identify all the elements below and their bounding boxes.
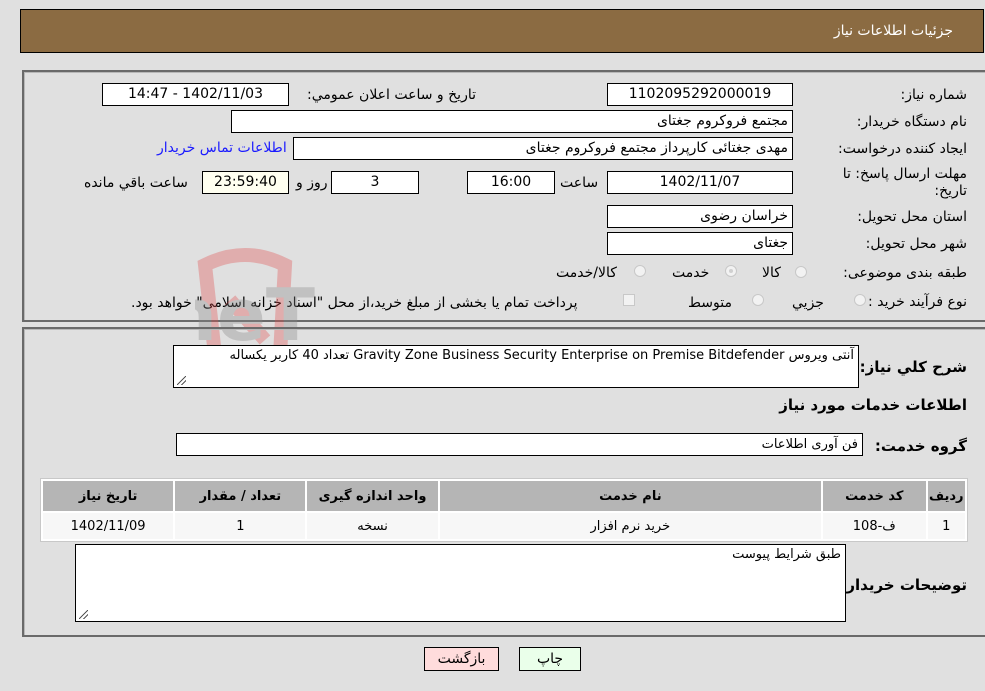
table-row: 1 ف-108 خرید نرم افزار نسخه 1 1402/11/09 — [43, 513, 965, 539]
service-group-label: گروه خدمت: — [874, 437, 967, 455]
print-button[interactable]: چاپ — [519, 647, 581, 671]
treasury-note: پرداخت تمام یا بخشی از مبلغ خرید،از محل … — [131, 295, 578, 311]
col-header-need-date: تاریخ نیاز — [43, 481, 174, 511]
resize-grip-icon[interactable] — [79, 610, 88, 619]
city-label: شهر محل تحویل: — [865, 236, 967, 252]
description-text: آنتی ویروس Gravity Zone Business Securit… — [229, 348, 854, 363]
services-section-title: اطلاعات خدمات مورد نیاز — [779, 396, 967, 414]
buyer-notes-text: طبق شرایط پیوست — [732, 547, 841, 562]
col-header-service-name: نام خدمت — [439, 481, 822, 511]
description-label: شرح كلي نياز: — [859, 358, 967, 376]
deadline-time-field: 16:00 — [467, 171, 555, 194]
purchase-option-minor: جزیي — [792, 295, 824, 311]
service-group-field: فن آوری اطلاعات — [176, 433, 863, 456]
page-title: جزئیات اطلاعات نیاز — [833, 23, 953, 39]
deadline-date-field: 1402/11/07 — [607, 171, 793, 194]
buyer-notes-field[interactable]: طبق شرایط پیوست — [75, 544, 846, 622]
buyer-org-field: مجتمع فروکروم جغتای — [231, 110, 793, 133]
category-radio-goods-service[interactable] — [634, 265, 646, 277]
description-field[interactable]: آنتی ویروس Gravity Zone Business Securit… — [173, 345, 859, 388]
buyer-contact-link[interactable]: اطلاعات تماس خریدار — [157, 140, 287, 156]
time-remaining-label: ساعت باقي مانده — [84, 175, 188, 191]
cell-need-date: 1402/11/09 — [43, 513, 174, 539]
announce-datetime-label: تاریخ و ساعت اعلان عمومي: — [307, 87, 476, 103]
category-option-goods-service: کالا/خدمت — [556, 265, 617, 281]
purchase-option-medium: متوسط — [688, 295, 732, 311]
province-field: خراسان رضوی — [607, 205, 793, 228]
col-header-quantity: تعداد / مقدار — [175, 481, 306, 511]
days-label: روز و — [296, 175, 328, 191]
requester-label: ایجاد کننده درخواست: — [838, 141, 967, 157]
deadline-label: مهلت ارسال پاسخ: تا تاریخ: — [842, 166, 967, 199]
category-option-goods: کالا — [762, 265, 781, 281]
announce-datetime-field: 1402/11/03 - 14:47 — [102, 83, 289, 106]
need-number-label: شماره نیاز: — [900, 87, 968, 103]
buyer-org-label: نام دستگاه خریدار: — [856, 114, 967, 130]
deadline-time-label: ساعت — [560, 175, 599, 191]
resize-grip-icon[interactable] — [177, 376, 186, 385]
days-remaining-field: 3 — [331, 171, 419, 194]
purchase-radio-medium[interactable] — [752, 294, 764, 306]
purchase-radio-minor[interactable] — [854, 294, 866, 306]
buyer-notes-label: توضیحات خریدار: — [840, 576, 967, 594]
cell-service-name: خرید نرم افزار — [439, 513, 822, 539]
purchase-type-label: نوع فرآیند خرید : — [868, 294, 967, 310]
cell-service-code: ف-108 — [823, 513, 926, 539]
province-label: استان محل تحویل: — [857, 209, 967, 225]
treasury-checkbox[interactable] — [623, 294, 635, 306]
back-button[interactable]: بازگشت — [424, 647, 499, 671]
services-table: ردیف کد خدمت نام خدمت واحد اندازه گیری ت… — [40, 478, 968, 542]
cell-quantity: 1 — [175, 513, 306, 539]
category-option-service: خدمت — [672, 265, 710, 281]
time-remaining-field: 23:59:40 — [202, 171, 289, 194]
table-header-row: ردیف کد خدمت نام خدمت واحد اندازه گیری ت… — [43, 481, 965, 511]
page-header: جزئیات اطلاعات نیاز — [20, 9, 984, 53]
cell-row-num: 1 — [927, 513, 965, 539]
col-header-unit: واحد اندازه گیری — [307, 481, 438, 511]
category-radio-goods[interactable] — [795, 266, 807, 278]
need-number-field: 1102095292000019 — [607, 83, 793, 106]
requester-field: مهدی جغتائی کارپرداز مجتمع فروکروم جغتای — [293, 137, 793, 160]
cell-unit: نسخه — [307, 513, 438, 539]
col-header-service-code: کد خدمت — [823, 481, 926, 511]
category-label: طبقه بندی موضوعی: — [843, 265, 967, 281]
col-header-row-num: ردیف — [927, 481, 965, 511]
category-radio-service[interactable] — [725, 265, 737, 277]
city-field: جغتای — [607, 232, 793, 255]
